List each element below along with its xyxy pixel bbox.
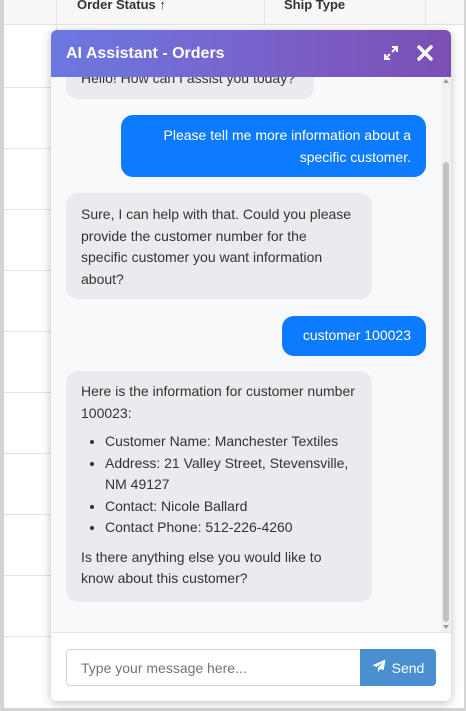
grid-row-line xyxy=(4,148,56,149)
grid-divider xyxy=(264,0,265,26)
grid-row-line xyxy=(4,514,56,515)
column-header-order-status[interactable]: Order Status ↑ xyxy=(77,0,166,24)
assistant-message: Sure, I can help with that. Could you pl… xyxy=(66,193,372,299)
scroll-up-arrow-icon[interactable] xyxy=(443,79,449,83)
column-header-ship-type[interactable]: Ship Type xyxy=(284,0,345,24)
chat-window: AI Assistant - Orders Hello! How can I a… xyxy=(51,30,451,701)
message-input[interactable] xyxy=(66,649,361,686)
list-item: Contact Phone: 512-226-4260 xyxy=(105,517,357,539)
assistant-message: Here is the information for customer num… xyxy=(66,371,372,602)
message-list[interactable]: Hello! How can I assist you today? Pleas… xyxy=(51,77,451,632)
scrollbar-thumb[interactable] xyxy=(443,162,449,622)
user-message: customer 100023 xyxy=(282,316,426,356)
message-intro: Here is the information for customer num… xyxy=(81,383,355,421)
paper-plane-icon xyxy=(372,659,386,676)
chat-header: AI Assistant - Orders xyxy=(51,30,451,77)
assistant-message: Hello! How can I assist you today? xyxy=(66,77,314,99)
grid-row-line xyxy=(4,575,56,576)
grid-row-line xyxy=(4,392,56,393)
grid-row-line xyxy=(4,270,56,271)
grid-divider xyxy=(425,0,426,26)
grid-row-line xyxy=(4,636,56,637)
grid-header: Order Status ↑ Ship Type xyxy=(4,0,464,25)
grid-row-line xyxy=(4,331,56,332)
user-message: Please tell me more information about a … xyxy=(121,115,426,177)
grid-row-line xyxy=(4,453,56,454)
close-icon[interactable] xyxy=(415,43,435,63)
grid-row-line xyxy=(4,209,56,210)
send-label: Send xyxy=(391,659,425,676)
message-outro: Is there anything else you would like to… xyxy=(81,548,322,587)
expand-icon[interactable] xyxy=(381,43,401,63)
chat-input-area: Send xyxy=(51,632,451,701)
customer-info-list: Customer Name: Manchester Textiles Addre… xyxy=(81,431,357,539)
scrollbar[interactable] xyxy=(441,77,451,632)
chat-title: AI Assistant - Orders xyxy=(66,45,225,62)
list-item: Customer Name: Manchester Textiles xyxy=(105,431,357,453)
grid-row-line xyxy=(4,87,56,88)
list-item: Contact: Nicole Ballard xyxy=(105,496,357,518)
scroll-down-arrow-icon[interactable] xyxy=(443,625,449,629)
send-button[interactable]: Send xyxy=(360,649,436,686)
list-item: Address: 21 Valley Street, Stevensville,… xyxy=(105,453,357,496)
